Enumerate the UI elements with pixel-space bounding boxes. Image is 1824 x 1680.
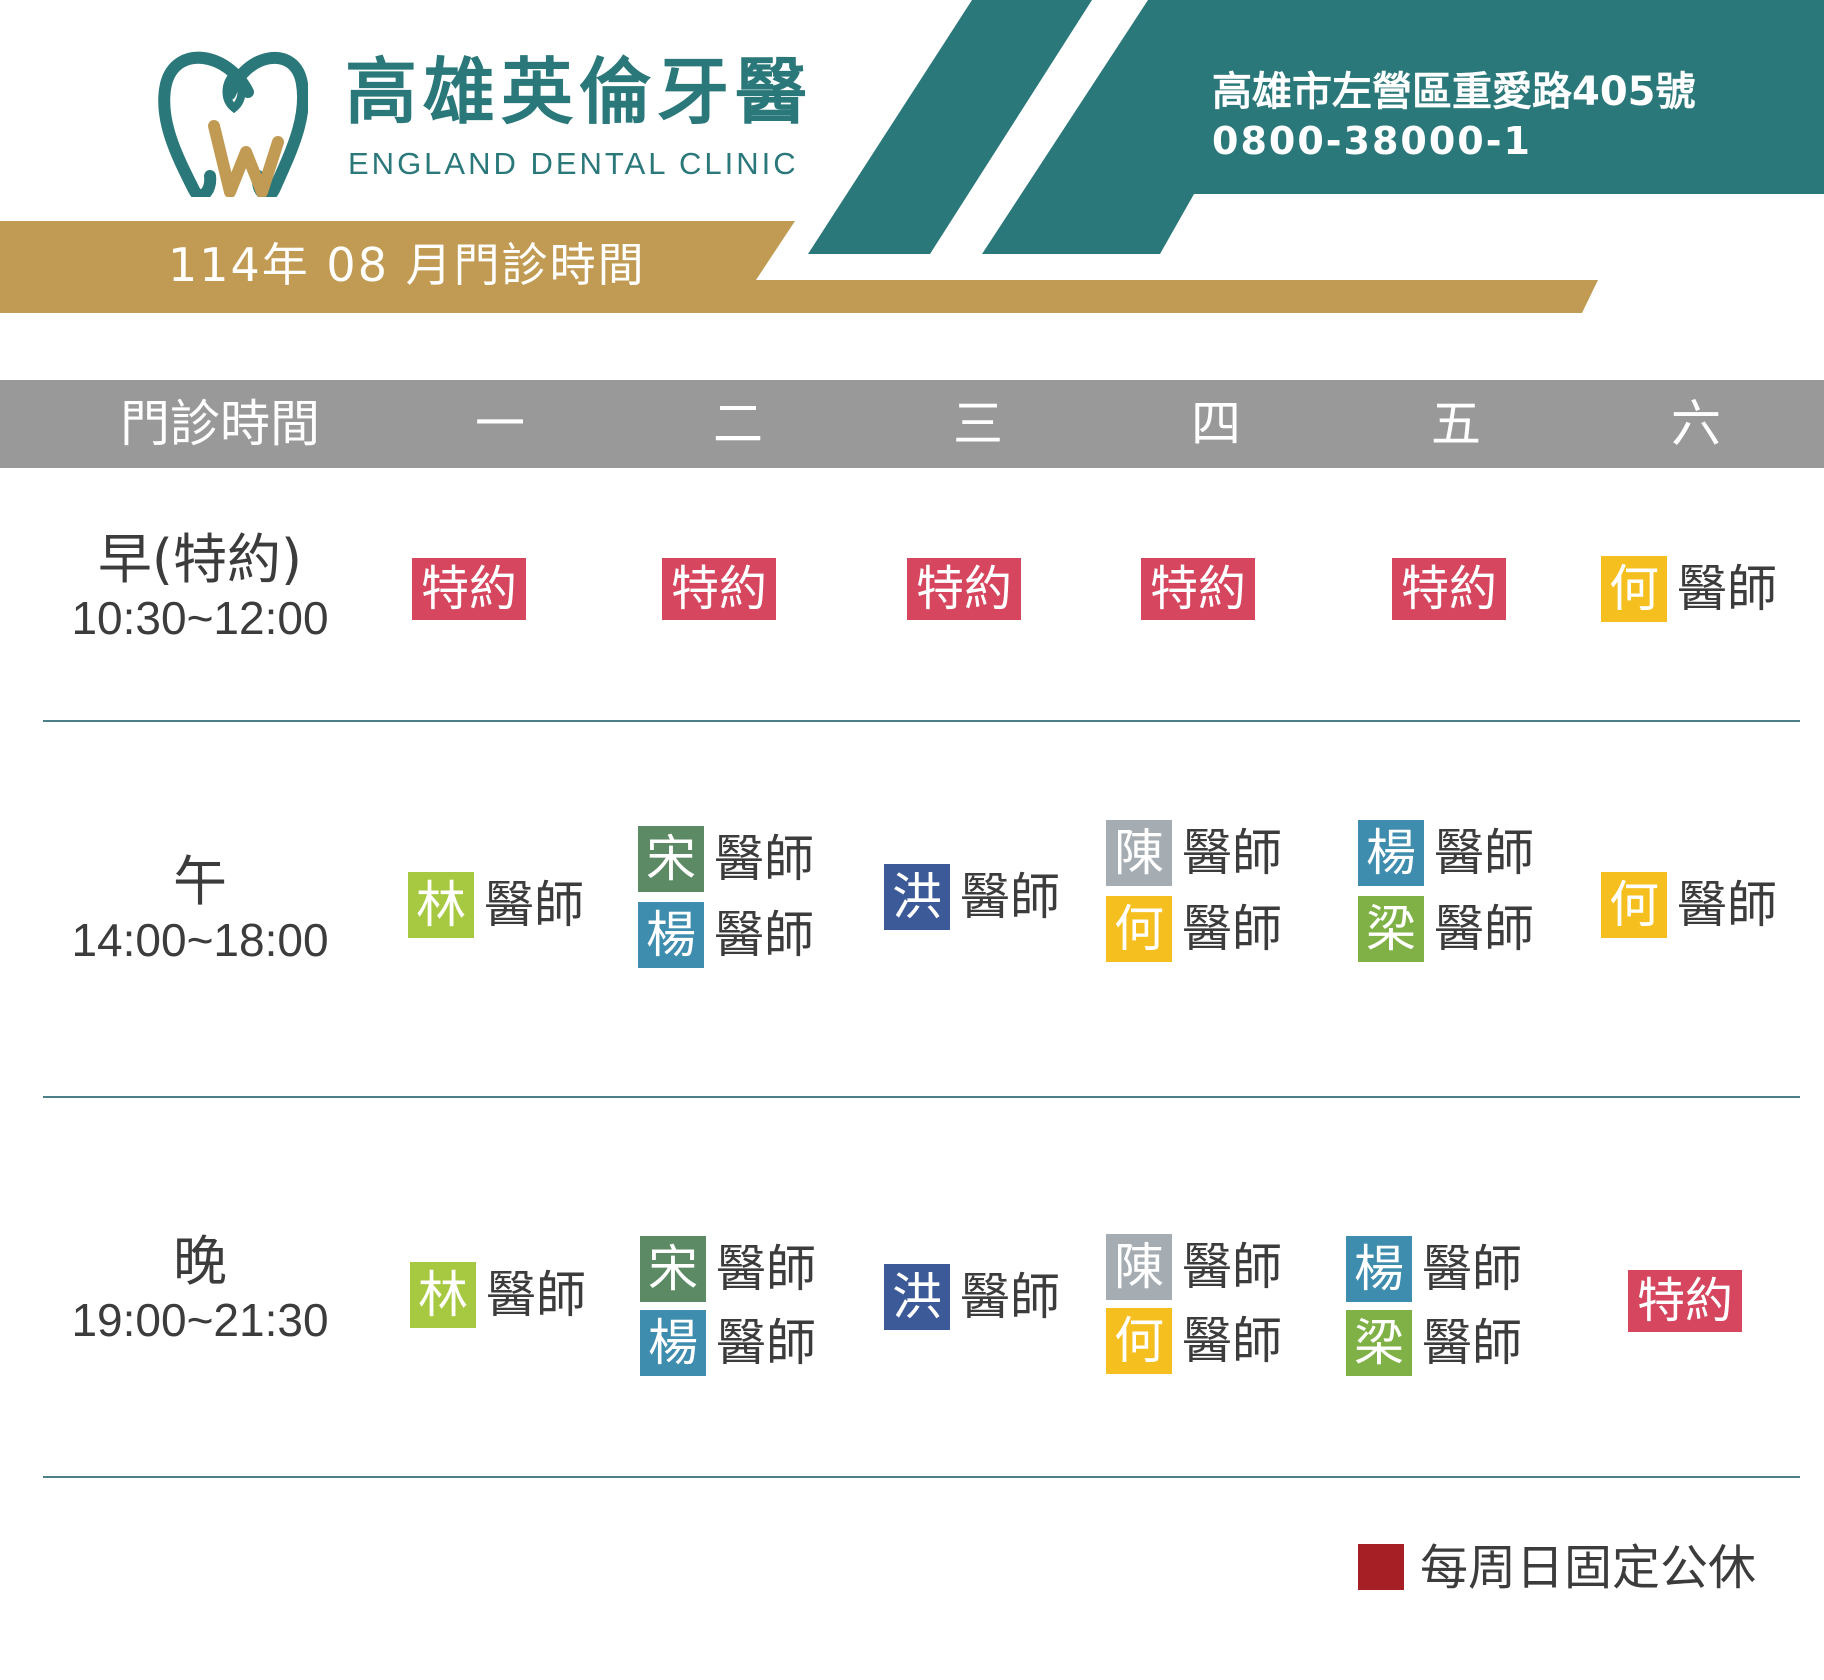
doctor-suffix: 醫師 [1422,1240,1522,1298]
doctor-entry-yang: 楊醫師 [640,1310,816,1376]
doctor-suffix: 醫師 [1422,1314,1522,1372]
legend-text: 每周日固定公休 [1420,1540,1757,1596]
doctor-badge: 楊 [640,1310,706,1376]
header-friday: 五 [1431,395,1481,453]
doctor-entry-liang: 梁醫師 [1358,896,1534,962]
doctor-suffix: 醫師 [1182,900,1282,958]
doctor-entry-song: 宋醫師 [640,1236,816,1302]
doctor-suffix: 醫師 [1182,1238,1282,1296]
doctor-badge: 林 [408,872,474,938]
doctor-suffix: 醫師 [714,906,814,964]
header-wednesday: 三 [953,395,1003,453]
doctor-badge: 楊 [1346,1236,1412,1302]
special-tag: 特約 [662,558,776,620]
schedule-page: 高雄英倫牙醫 ENGLAND DENTAL CLINIC 114年 08 月門診… [0,0,1824,1680]
header-tuesday: 二 [713,395,763,453]
doctor-suffix: 醫師 [1677,876,1777,934]
doctor-suffix: 醫師 [484,876,584,934]
row-divider [43,720,1800,722]
row-divider [43,1476,1800,1478]
clinic-name-en: ENGLAND DENTAL CLINIC [348,146,799,181]
doctor-suffix: 醫師 [1182,1312,1282,1370]
doctor-badge: 梁 [1346,1310,1412,1376]
tooth-logo-icon [158,51,308,197]
header-saturday: 六 [1671,395,1721,453]
schedule-title: 114年 08 月門診時間 [168,238,646,292]
row-name: 早(特約) [97,528,303,591]
doctor-badge: 陳 [1106,1234,1172,1300]
doctor-entry-he: 何醫師 [1106,1308,1282,1374]
row-divider [43,1096,1800,1098]
doctor-badge: 林 [410,1262,476,1328]
row-name: 晚 [173,1230,227,1293]
doctor-entry-lin: 林醫師 [410,1262,586,1328]
doctor-suffix: 醫師 [716,1314,816,1372]
special-tag: 特約 [412,558,526,620]
doctor-entry-he: 何醫師 [1601,556,1777,622]
doctor-suffix: 醫師 [714,830,814,888]
doctor-entry-yang: 楊醫師 [1346,1236,1522,1302]
clinic-address: 高雄市左營區重愛路405號 [1212,69,1696,115]
doctor-badge: 楊 [638,902,704,968]
doctor-entry-he: 何醫師 [1106,896,1282,962]
doctor-entry-lin: 林醫師 [408,872,584,938]
header-clinic-hours: 門診時間 [120,395,320,453]
doctor-badge: 何 [1106,896,1172,962]
doctor-badge: 陳 [1106,820,1172,886]
row-time: 10:30~12:00 [71,592,329,644]
row-label-evening: 晚 19:00~21:30 [40,1232,360,1348]
special-tag: 特約 [1141,558,1255,620]
doctor-entry-yang: 楊醫師 [638,902,814,968]
doctor-badge: 洪 [884,1264,950,1330]
special-tag: 特約 [1628,1270,1742,1332]
doctor-suffix: 醫師 [960,1268,1060,1326]
doctor-badge: 楊 [1358,820,1424,886]
doctor-suffix: 醫師 [1434,900,1534,958]
row-time: 19:00~21:30 [71,1294,329,1346]
doctor-badge: 洪 [884,864,950,930]
doctor-suffix: 醫師 [486,1266,586,1324]
row-time: 14:00~18:00 [71,914,329,966]
header-monday: 一 [475,395,525,453]
header-thursday: 四 [1191,395,1241,453]
doctor-badge: 宋 [640,1236,706,1302]
doctor-entry-he: 何醫師 [1601,872,1777,938]
doctor-badge: 何 [1601,556,1667,622]
row-label-morning: 早(特約) 10:30~12:00 [40,530,360,646]
doctor-suffix: 醫師 [960,868,1060,926]
doctor-entry-hong: 洪醫師 [884,864,1060,930]
doctor-badge: 何 [1601,872,1667,938]
doctor-entry-yang: 楊醫師 [1358,820,1534,886]
doctor-suffix: 醫師 [1182,824,1282,882]
clinic-name: 高雄英倫牙醫 [345,50,814,134]
doctor-entry-chen: 陳醫師 [1106,820,1282,886]
table-header: 門診時間 一 二 三 四 五 六 [0,380,1824,468]
legend-swatch [1358,1544,1404,1590]
doctor-badge: 梁 [1358,896,1424,962]
clinic-phone: 0800-38000-1 [1212,119,1532,163]
doctor-suffix: 醫師 [1677,560,1777,618]
doctor-suffix: 醫師 [716,1240,816,1298]
row-name: 午 [173,850,227,913]
doctor-entry-hong: 洪醫師 [884,1264,1060,1330]
doctor-suffix: 醫師 [1434,824,1534,882]
doctor-entry-song: 宋醫師 [638,826,814,892]
special-tag: 特約 [907,558,1021,620]
doctor-entry-chen: 陳醫師 [1106,1234,1282,1300]
doctor-entry-liang: 梁醫師 [1346,1310,1522,1376]
row-label-afternoon: 午 14:00~18:00 [40,852,360,968]
doctor-badge: 宋 [638,826,704,892]
doctor-badge: 何 [1106,1308,1172,1374]
special-tag: 特約 [1392,558,1506,620]
